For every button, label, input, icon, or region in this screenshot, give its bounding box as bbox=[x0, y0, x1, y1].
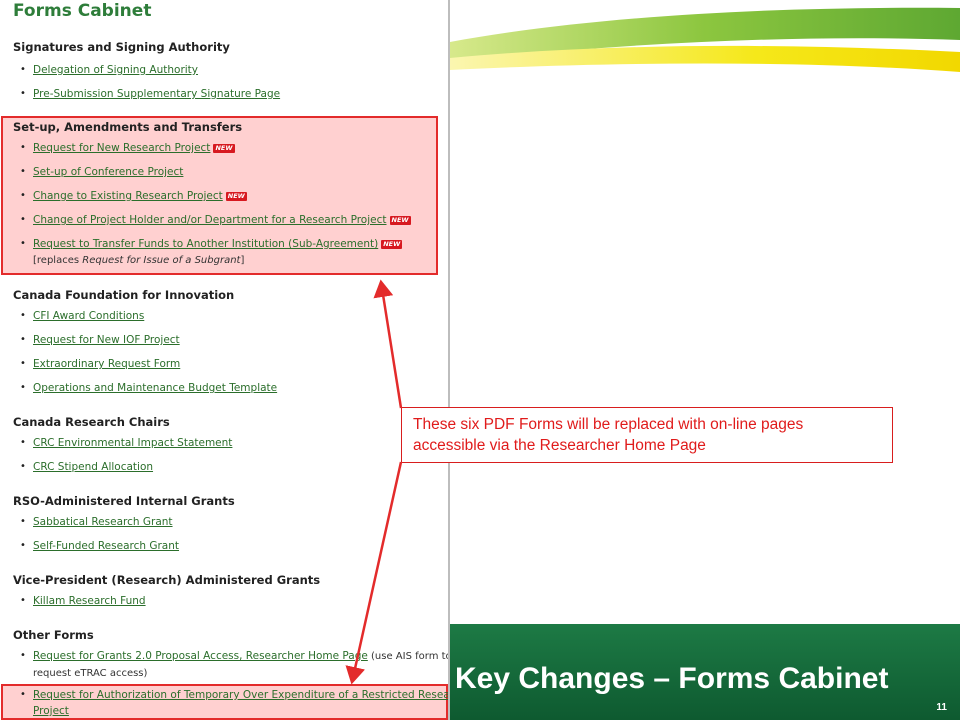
list-item: Change to Existing Research ProjectNEW bbox=[20, 188, 247, 204]
link-crc-environmental-impact[interactable]: CRC Environmental Impact Statement bbox=[33, 437, 232, 449]
list-item: Extraordinary Request Form bbox=[20, 356, 180, 372]
list-item: Self-Funded Research Grant bbox=[20, 538, 179, 554]
list-item: Request for Grants 2.0 Proposal Access, … bbox=[20, 648, 448, 682]
link-request-temporary-over-expenditure[interactable]: Request for Authorization of Temporary O… bbox=[33, 689, 448, 701]
section-title-setup-amendments: Set-up, Amendments and Transfers bbox=[13, 120, 243, 134]
replaces-note: [replaces Request for Issue of a Subgran… bbox=[33, 255, 245, 266]
page-number: 11 bbox=[936, 702, 947, 713]
list-item: Operations and Maintenance Budget Templa… bbox=[20, 380, 277, 396]
slide-title-banner: Key Changes – Forms Cabinet 11 bbox=[450, 624, 960, 720]
slide-area bbox=[450, 0, 960, 720]
new-badge: NEW bbox=[225, 192, 247, 201]
page-title: Forms Cabinet bbox=[13, 1, 152, 21]
section-title-other-forms: Other Forms bbox=[13, 628, 94, 642]
list-item: Set-up of Conference Project bbox=[20, 164, 183, 180]
list-item: Killam Research Fund bbox=[20, 593, 146, 609]
list-item: Request for New Research ProjectNEW bbox=[20, 140, 235, 156]
list-item: Delegation of Signing Authority bbox=[20, 62, 198, 78]
slide-title: Key Changes – Forms Cabinet bbox=[455, 662, 889, 695]
callout-line-1: These six PDF Forms will be replaced wit… bbox=[413, 416, 804, 433]
link-request-new-iof-project[interactable]: Request for New IOF Project bbox=[33, 334, 180, 346]
callout-line-2: accessible via the Researcher Home Page bbox=[413, 437, 706, 454]
list-item: CRC Environmental Impact Statement bbox=[20, 435, 232, 451]
list-item: Sabbatical Research Grant bbox=[20, 514, 173, 530]
link-change-existing-research-project[interactable]: Change to Existing Research Project bbox=[33, 190, 223, 202]
link-change-project-holder[interactable]: Change of Project Holder and/or Departme… bbox=[33, 214, 387, 226]
new-badge: NEW bbox=[381, 240, 403, 249]
new-badge: NEW bbox=[213, 144, 235, 153]
list-item: Request for New IOF Project bbox=[20, 332, 180, 348]
link-self-funded-research-grant[interactable]: Self-Funded Research Grant bbox=[33, 540, 179, 552]
link-sabbatical-research-grant[interactable]: Sabbatical Research Grant bbox=[33, 516, 173, 528]
link-crc-stipend-allocation[interactable]: CRC Stipend Allocation bbox=[33, 461, 153, 473]
list-item: Pre-Submission Supplementary Signature P… bbox=[20, 86, 280, 102]
list-item: CFI Award Conditions bbox=[20, 308, 144, 324]
link-delegation-signing-authority[interactable]: Delegation of Signing Authority bbox=[33, 64, 198, 76]
new-badge: NEW bbox=[389, 216, 411, 225]
section-title-signatures: Signatures and Signing Authority bbox=[13, 40, 230, 54]
list-item: CRC Stipend Allocation bbox=[20, 459, 153, 475]
list-item: Request to Transfer Funds to Another Ins… bbox=[20, 236, 403, 269]
section-title-rso-grants: RSO-Administered Internal Grants bbox=[13, 494, 235, 508]
section-title-crc: Canada Research Chairs bbox=[13, 415, 170, 429]
list-item: Request for Authorization of Temporary O… bbox=[20, 687, 448, 719]
decorative-swoosh bbox=[450, 7, 960, 72]
forms-cabinet-screenshot: Forms Cabinet Signatures and Signing Aut… bbox=[0, 0, 448, 720]
section-title-cfi: Canada Foundation for Innovation bbox=[13, 288, 235, 302]
list-item: Change of Project Holder and/or Departme… bbox=[20, 212, 411, 228]
link-killam-research-fund[interactable]: Killam Research Fund bbox=[33, 595, 146, 607]
link-request-new-research-project[interactable]: Request for New Research Project bbox=[33, 142, 210, 154]
link-setup-conference-project[interactable]: Set-up of Conference Project bbox=[33, 166, 183, 178]
link-operations-maintenance-budget[interactable]: Operations and Maintenance Budget Templa… bbox=[33, 382, 277, 394]
link-request-transfer-funds[interactable]: Request to Transfer Funds to Another Ins… bbox=[33, 238, 378, 250]
link-cfi-award-conditions[interactable]: CFI Award Conditions bbox=[33, 310, 144, 322]
link-request-grants-proposal-access[interactable]: Request for Grants 2.0 Proposal Access, … bbox=[33, 650, 368, 662]
callout-box: These six PDF Forms will be replaced wit… bbox=[401, 407, 893, 463]
section-title-vp-research-grants: Vice-President (Research) Administered G… bbox=[13, 573, 321, 587]
link-pre-submission-signature-page[interactable]: Pre-Submission Supplementary Signature P… bbox=[33, 88, 280, 100]
link-extraordinary-request-form[interactable]: Extraordinary Request Form bbox=[33, 358, 180, 370]
